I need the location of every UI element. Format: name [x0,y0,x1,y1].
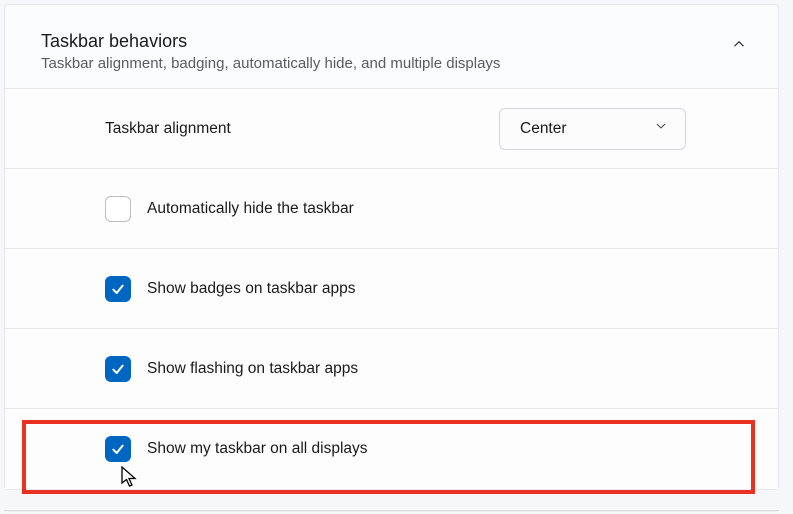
alignment-select[interactable]: Center [499,108,686,150]
check-icon [110,281,126,297]
section-title: Taskbar behaviors [41,31,730,52]
autohide-label: Automatically hide the taskbar [147,200,354,218]
taskbar-alignment-row: Taskbar alignment Center [5,89,778,169]
badges-row: Show badges on taskbar apps [5,249,778,329]
autohide-row: Automatically hide the taskbar [5,169,778,249]
taskbar-behaviors-panel: Taskbar behaviors Taskbar alignment, bad… [4,4,779,490]
alldisplays-row: Show my taskbar on all displays [5,409,778,489]
panel-shadow [4,510,779,512]
flashing-checkbox[interactable] [105,356,131,382]
check-icon [110,361,126,377]
section-header[interactable]: Taskbar behaviors Taskbar alignment, bad… [5,5,778,89]
badges-checkbox[interactable] [105,276,131,302]
flashing-row: Show flashing on taskbar apps [5,329,778,409]
alignment-label: Taskbar alignment [105,120,231,138]
section-subtitle: Taskbar alignment, badging, automaticall… [41,55,730,72]
header-text-block: Taskbar behaviors Taskbar alignment, bad… [41,31,730,72]
autohide-checkbox[interactable] [105,196,131,222]
badges-label: Show badges on taskbar apps [147,280,356,298]
alldisplays-label: Show my taskbar on all displays [147,440,368,458]
chevron-up-icon [730,35,748,58]
flashing-label: Show flashing on taskbar apps [147,360,358,378]
alldisplays-checkbox[interactable] [105,436,131,462]
check-icon [110,441,126,457]
chevron-down-icon [653,118,669,139]
alignment-value: Center [520,120,567,138]
